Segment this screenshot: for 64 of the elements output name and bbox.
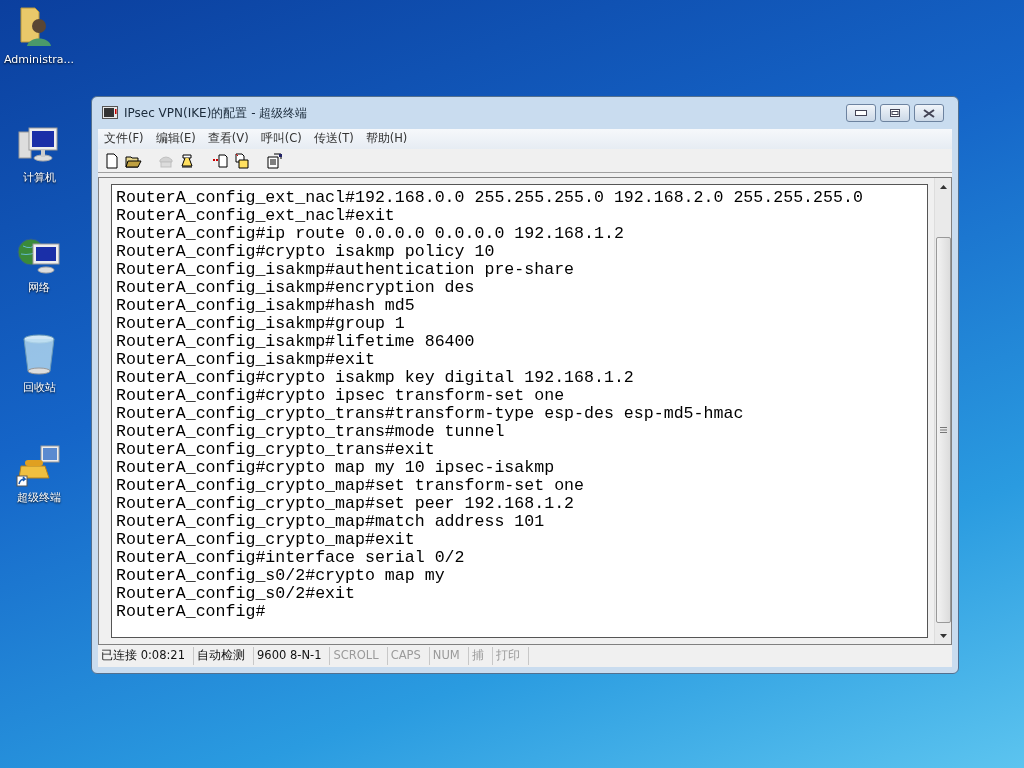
terminal-line: RouterA_config#crypto map my 10 ipsec-isakmp xyxy=(116,459,556,477)
terminal-line: RouterA_config#interface serial 0/2 xyxy=(116,549,466,567)
status-text: 自动检测 xyxy=(194,647,254,665)
icon-label: 超级终端 xyxy=(17,490,61,506)
menu-item[interactable]: 编辑(E) xyxy=(149,130,202,148)
terminal-line: RouterA_config_isakmp#exit xyxy=(116,351,376,369)
status-text: SCROLL xyxy=(330,647,388,665)
terminal-line: RouterA_config_isakmp#group 1 xyxy=(116,315,406,333)
properties-icon xyxy=(266,152,283,169)
scroll-thumb[interactable] xyxy=(935,237,951,623)
terminal-screen[interactable] xyxy=(111,184,928,638)
telephone-computer-icon xyxy=(15,442,63,488)
toolbar-button[interactable] xyxy=(266,152,283,169)
menu-item[interactable]: 呼叫(C) xyxy=(254,130,308,148)
terminal-line: RouterA_config_crypto_map#match address 101 xyxy=(116,513,546,531)
grip-icon xyxy=(939,427,947,433)
terminal-line: RouterA_config_isakmp#encryption des xyxy=(116,279,476,297)
status-text: 9600 8-N-1 xyxy=(254,647,331,665)
terminal-line: RouterA_config_ext_nacl#192.168.0.0 255.255.255.0 192.168.2.0 255.255.255.0 xyxy=(116,189,864,207)
icon-label: 回收站 xyxy=(22,380,56,396)
menu-item[interactable]: 查看(V) xyxy=(201,130,255,148)
terminal-line: RouterA_config#crypto isakmp policy 10 xyxy=(116,243,496,261)
close-icon xyxy=(923,108,935,118)
terminal-line: RouterA_config_crypto_trans#transform-type esp-des esp-md5-hmac xyxy=(116,405,745,423)
terminal-line: RouterA_config_crypto_trans#exit xyxy=(116,441,436,459)
terminal-line: RouterA_config_s0/2#crypto map my xyxy=(116,567,446,585)
terminal-line: RouterA_config_ext_nacl#exit xyxy=(116,207,396,225)
window-title: IPsec VPN(IKE)的配置 - 超级终端 xyxy=(124,105,308,122)
menu-item[interactable]: 帮助(H) xyxy=(359,130,414,148)
scroll-down-icon[interactable] xyxy=(939,633,947,638)
icon-label: 网络 xyxy=(28,280,50,296)
minimize-icon xyxy=(855,110,867,116)
status-text: 捕 xyxy=(468,647,493,665)
terminal-line: RouterA_config_crypto_map#set transform-set one xyxy=(116,477,586,495)
terminal-line: RouterA_config_isakmp#authentication pre-share xyxy=(116,261,576,279)
receive-file-icon xyxy=(233,152,250,169)
terminal-line: RouterA_config_isakmp#hash md5 xyxy=(116,297,416,315)
terminal-line: RouterA_config_crypto_map#exit xyxy=(116,531,416,549)
status-text: 打印 xyxy=(492,647,529,665)
terminal-line: RouterA_config_isakmp#lifetime 86400 xyxy=(116,333,476,351)
terminal-line: RouterA_config_s0/2#exit xyxy=(116,585,356,603)
maximize-button[interactable] xyxy=(880,104,910,122)
menu-item[interactable]: 文件(F) xyxy=(98,130,150,148)
close-button[interactable] xyxy=(914,104,944,122)
app-icon xyxy=(102,106,118,120)
status-text: NUM xyxy=(429,647,469,665)
vertical-scrollbar[interactable] xyxy=(934,178,951,644)
terminal-line: RouterA_config#ip route 0.0.0.0 0.0.0.0 192.168.1.2 xyxy=(116,225,625,243)
minimize-button[interactable] xyxy=(846,104,876,122)
send-file-icon xyxy=(212,152,229,169)
maximize-icon xyxy=(890,109,900,117)
new-document-icon xyxy=(104,152,121,169)
terminal-line: RouterA_config_crypto_trans#mode tunnel xyxy=(116,423,506,441)
terminal-line: RouterA_config#crypto ipsec transform-set one xyxy=(116,387,566,405)
toolbar-button[interactable] xyxy=(233,152,250,169)
icon-label: Administra... xyxy=(4,52,74,68)
terminal-line: RouterA_config_crypto_map#set peer 192.168.1.2 xyxy=(116,495,576,513)
icon-label: 计算机 xyxy=(22,170,56,186)
terminal-line: RouterA_config# xyxy=(116,603,267,621)
status-text: 已连接 0:08:21 xyxy=(98,647,194,665)
scroll-up-icon[interactable] xyxy=(939,184,947,189)
status-text: CAPS xyxy=(387,647,430,665)
menu-item[interactable]: 传送(T) xyxy=(307,130,360,148)
terminal-line: RouterA_config#crypto isakmp key digital 192.168.1.2 xyxy=(116,369,635,387)
